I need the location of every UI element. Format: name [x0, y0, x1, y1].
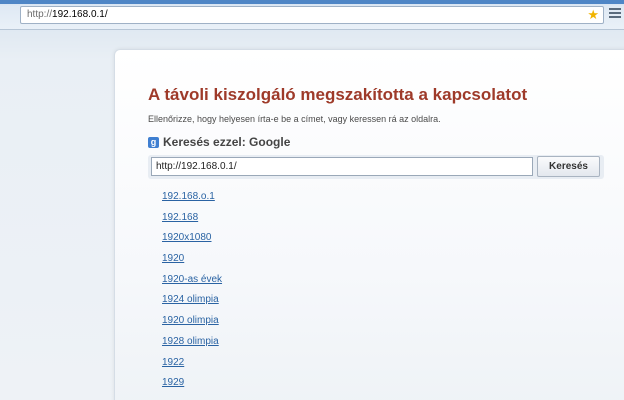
- menu-icon[interactable]: [609, 8, 621, 22]
- list-item: 1920 olimpia: [162, 310, 222, 331]
- address-prefix: http://: [27, 9, 53, 20]
- list-item: 1929: [162, 372, 222, 393]
- suggestion-link[interactable]: 1924 olimpia: [162, 294, 219, 305]
- search-heading: Keresés ezzel: Google: [163, 135, 291, 149]
- search-input[interactable]: [151, 157, 533, 176]
- suggestion-link[interactable]: 192.168.o.1: [162, 191, 215, 202]
- error-title: A távoli kiszolgáló megszakította a kapc…: [148, 85, 528, 104]
- suggestion-link[interactable]: 1920x1080: [162, 232, 212, 243]
- suggestion-link[interactable]: 192.168: [162, 212, 198, 223]
- browser-toolbar: http://192.168.0.1/ ★: [0, 0, 624, 30]
- list-item: 1928 olimpia: [162, 331, 222, 352]
- suggestion-list: 192.168.o.1 192.168 1920x1080 1920 1920-…: [162, 186, 222, 393]
- list-item: 1920: [162, 248, 222, 269]
- list-item: 1924 olimpia: [162, 289, 222, 310]
- error-message: Ellenőrizze, hogy helyesen írta-e be a c…: [148, 114, 441, 124]
- suggestion-link[interactable]: 1928 olimpia: [162, 336, 219, 347]
- google-icon: g: [148, 137, 159, 148]
- address-host: 192.168.0.1/: [52, 9, 108, 20]
- address-bar[interactable]: http://192.168.0.1/ ★: [20, 6, 604, 24]
- suggestion-link[interactable]: 1929: [162, 377, 184, 388]
- suggestion-link[interactable]: 1920-as évek: [162, 274, 222, 285]
- list-item: 192.168: [162, 207, 222, 228]
- bookmark-star-icon[interactable]: ★: [587, 7, 599, 23]
- list-item: 1920-as évek: [162, 269, 222, 290]
- window-frame-edge: [0, 0, 624, 4]
- list-item: 1920x1080: [162, 227, 222, 248]
- address-text: http://192.168.0.1/: [27, 9, 108, 20]
- suggestion-link[interactable]: 1920: [162, 253, 184, 264]
- suggestion-link[interactable]: 1920 olimpia: [162, 315, 219, 326]
- list-item: 1922: [162, 352, 222, 373]
- search-button[interactable]: Keresés: [537, 156, 600, 177]
- list-item: 192.168.o.1: [162, 186, 222, 207]
- suggestion-link[interactable]: 1922: [162, 357, 184, 368]
